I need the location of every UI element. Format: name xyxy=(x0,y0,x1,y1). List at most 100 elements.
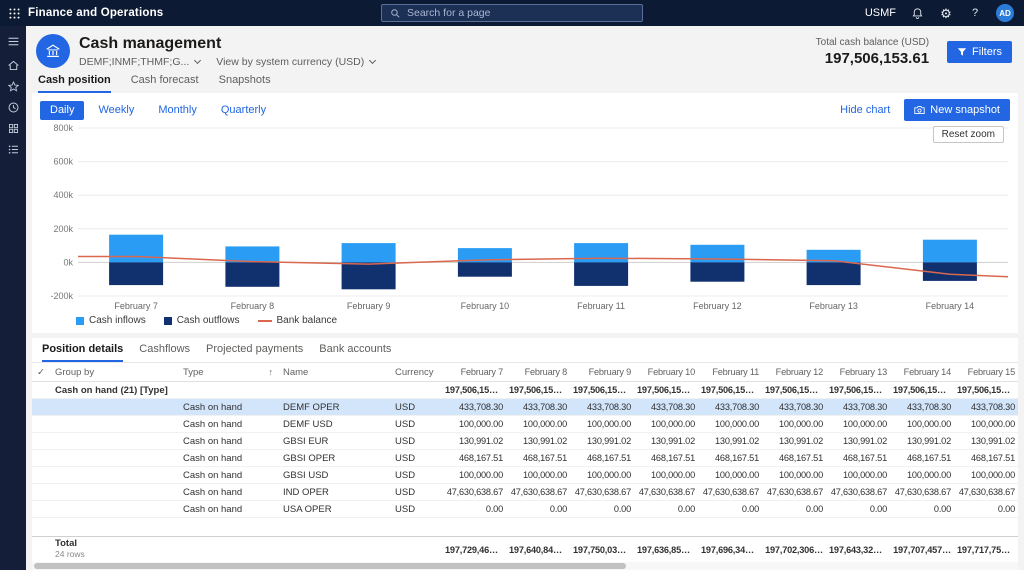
select-all-checkbox[interactable]: ✓ xyxy=(32,367,50,378)
cell-name[interactable]: IND OPER xyxy=(278,487,390,498)
group-cell: 197,506,153.61 xyxy=(826,385,890,395)
table-row-gbsi-eur[interactable]: Cash on hand GBSI EUR USD 130,991.02130,… xyxy=(32,433,1018,450)
filters-button-label: Filters xyxy=(972,46,1002,58)
home-icon xyxy=(7,59,20,72)
details-tabs: Position details Cashflows Projected payme… xyxy=(32,338,1018,362)
cell-amount: 47,630,638.67 xyxy=(634,487,698,497)
details-tab-bank-accounts[interactable]: Bank accounts xyxy=(319,343,391,362)
chart-legend: Cash inflowsCash outflowsBank balance xyxy=(40,314,1010,331)
table-row-usa-oper[interactable]: Cash on hand USA OPER USD 0.000.000.000.… xyxy=(32,501,1018,518)
svg-text:February 10: February 10 xyxy=(461,301,510,311)
reset-zoom-button[interactable]: Reset zoom xyxy=(933,126,1004,143)
total-cell: 197,636,852.36 xyxy=(634,545,698,555)
cell-type: Cash on hand xyxy=(178,487,278,498)
tab-cash-forecast[interactable]: Cash forecast xyxy=(131,74,199,93)
cash-position-chart[interactable]: 800k600k400k200k0k-200kFebruary 7Februar… xyxy=(40,122,1010,314)
period-quarterly[interactable]: Quarterly xyxy=(211,101,276,120)
column-header-type[interactable]: Type↑ xyxy=(178,367,278,378)
cell-amount: 0.00 xyxy=(826,504,890,514)
nav-modules-button[interactable] xyxy=(0,118,26,139)
group-cell: 197,506,153.61 xyxy=(570,385,634,395)
cell-name[interactable]: DEMF OPER xyxy=(278,402,390,413)
svg-text:February 12: February 12 xyxy=(693,301,742,311)
column-header-name[interactable]: Name xyxy=(278,367,390,378)
column-header-february-15[interactable]: February 15 xyxy=(954,367,1018,377)
cell-name[interactable]: GBSI EUR xyxy=(278,436,390,447)
column-header-february-14[interactable]: February 14 xyxy=(890,367,954,377)
column-header-february-10[interactable]: February 10 xyxy=(634,367,698,377)
cell-type: Cash on hand xyxy=(178,419,278,430)
table-row-gbsi-usd[interactable]: Cash on hand GBSI USD USD 100,000.00100,… xyxy=(32,467,1018,484)
nav-expand-button[interactable] xyxy=(0,31,26,52)
help-button[interactable]: ? xyxy=(967,5,983,21)
group-cell: 197,506,153.61 xyxy=(698,385,762,395)
tab-cash-position[interactable]: Cash position xyxy=(38,74,111,93)
table-row-gbsi-oper[interactable]: Cash on hand GBSI OPER USD 468,167.51468… xyxy=(32,450,1018,467)
scrollbar-thumb[interactable] xyxy=(34,563,626,569)
notifications-button[interactable] xyxy=(909,5,925,21)
column-header-february-7[interactable]: February 7 xyxy=(442,367,506,377)
page-title: Cash management xyxy=(79,35,375,53)
period-weekly[interactable]: Weekly xyxy=(88,101,144,120)
cell-amount: 130,991.02 xyxy=(570,436,634,446)
nav-favorites-button[interactable] xyxy=(0,76,26,97)
cell-amount: 0.00 xyxy=(762,504,826,514)
nav-home-button[interactable] xyxy=(0,55,26,76)
chevron-down-icon xyxy=(369,56,376,63)
cell-name[interactable]: GBSI OPER xyxy=(278,453,390,464)
cell-name[interactable]: DEMF USD xyxy=(278,419,390,430)
cell-currency: USD xyxy=(390,504,442,515)
cell-amount: 130,991.02 xyxy=(506,436,570,446)
cell-currency: USD xyxy=(390,453,442,464)
period-daily[interactable]: Daily xyxy=(40,101,84,120)
company-scope-value: DEMF;INMF;THMF;G... xyxy=(79,56,189,68)
group-cell: 197,506,153.61 xyxy=(954,385,1018,395)
avatar[interactable]: AD xyxy=(996,4,1014,22)
column-header-february-12[interactable]: February 12 xyxy=(762,367,826,377)
period-pills: DailyWeeklyMonthlyQuarterly xyxy=(40,101,276,120)
column-header-february-9[interactable]: February 9 xyxy=(570,367,634,377)
nav-workspaces-button[interactable] xyxy=(0,139,26,160)
view-by-dropdown[interactable]: View by system currency (USD) xyxy=(216,56,375,68)
group-row-cash-on-hand[interactable]: Cash on hand (21) [Type] 197,506,153.611… xyxy=(32,382,1018,399)
cell-name[interactable]: USA OPER xyxy=(278,504,390,515)
topbar: Finance and Operations Search for a page… xyxy=(0,0,1024,26)
table-row-demf-usd[interactable]: Cash on hand DEMF USD USD 100,000.00100,… xyxy=(32,416,1018,433)
details-tab-cashflows[interactable]: Cashflows xyxy=(139,343,190,362)
total-cash-balance: Total cash balance (USD) 197,506,153.61 xyxy=(816,37,929,67)
new-snapshot-button[interactable]: New snapshot xyxy=(904,99,1010,121)
column-header-group-by[interactable]: Group by xyxy=(50,367,178,378)
column-header-february-8[interactable]: February 8 xyxy=(506,367,570,377)
tab-snapshots[interactable]: Snapshots xyxy=(219,74,271,93)
app-launcher-button[interactable] xyxy=(0,0,28,26)
column-header-currency[interactable]: Currency xyxy=(390,367,442,378)
bars-cash-inflows xyxy=(109,235,977,263)
table-row-ind-oper[interactable]: Cash on hand IND OPER USD 47,630,638.674… xyxy=(32,484,1018,501)
svg-text:400k: 400k xyxy=(53,190,73,200)
cell-amount: 47,630,638.67 xyxy=(698,487,762,497)
filters-button[interactable]: Filters xyxy=(947,41,1012,63)
table-row-demf-oper[interactable]: Cash on hand DEMF OPER USD 433,708.30433… xyxy=(32,399,1018,416)
period-monthly[interactable]: Monthly xyxy=(148,101,207,120)
details-tab-projected-payments[interactable]: Projected payments xyxy=(206,343,303,362)
cell-amount: 468,167.51 xyxy=(634,453,698,463)
column-header-february-13[interactable]: February 13 xyxy=(826,367,890,377)
svg-text:February 8: February 8 xyxy=(231,301,275,311)
cell-amount: 100,000.00 xyxy=(442,419,506,429)
group-row-label: Cash on hand (21) [Type] xyxy=(50,385,442,396)
hide-chart-link[interactable]: Hide chart xyxy=(840,104,890,116)
horizontal-scrollbar[interactable] xyxy=(32,562,1018,570)
cell-amount: 468,167.51 xyxy=(954,453,1018,463)
group-cell: 197,506,153.61 xyxy=(506,385,570,395)
search-box[interactable]: Search for a page xyxy=(381,4,643,22)
total-cell: 197,640,842.36 xyxy=(506,545,570,555)
column-header-february-11[interactable]: February 11 xyxy=(698,367,762,377)
company-scope-dropdown[interactable]: DEMF;INMF;THMF;G... xyxy=(79,56,200,68)
nav-recent-button[interactable] xyxy=(0,97,26,118)
cell-amount: 100,000.00 xyxy=(698,470,762,480)
cell-name[interactable]: GBSI USD xyxy=(278,470,390,481)
company-picker[interactable]: USMF xyxy=(865,7,896,19)
cell-amount: 468,167.51 xyxy=(698,453,762,463)
settings-button[interactable]: ⚙ xyxy=(938,5,954,21)
details-tab-position-details[interactable]: Position details xyxy=(42,343,123,362)
